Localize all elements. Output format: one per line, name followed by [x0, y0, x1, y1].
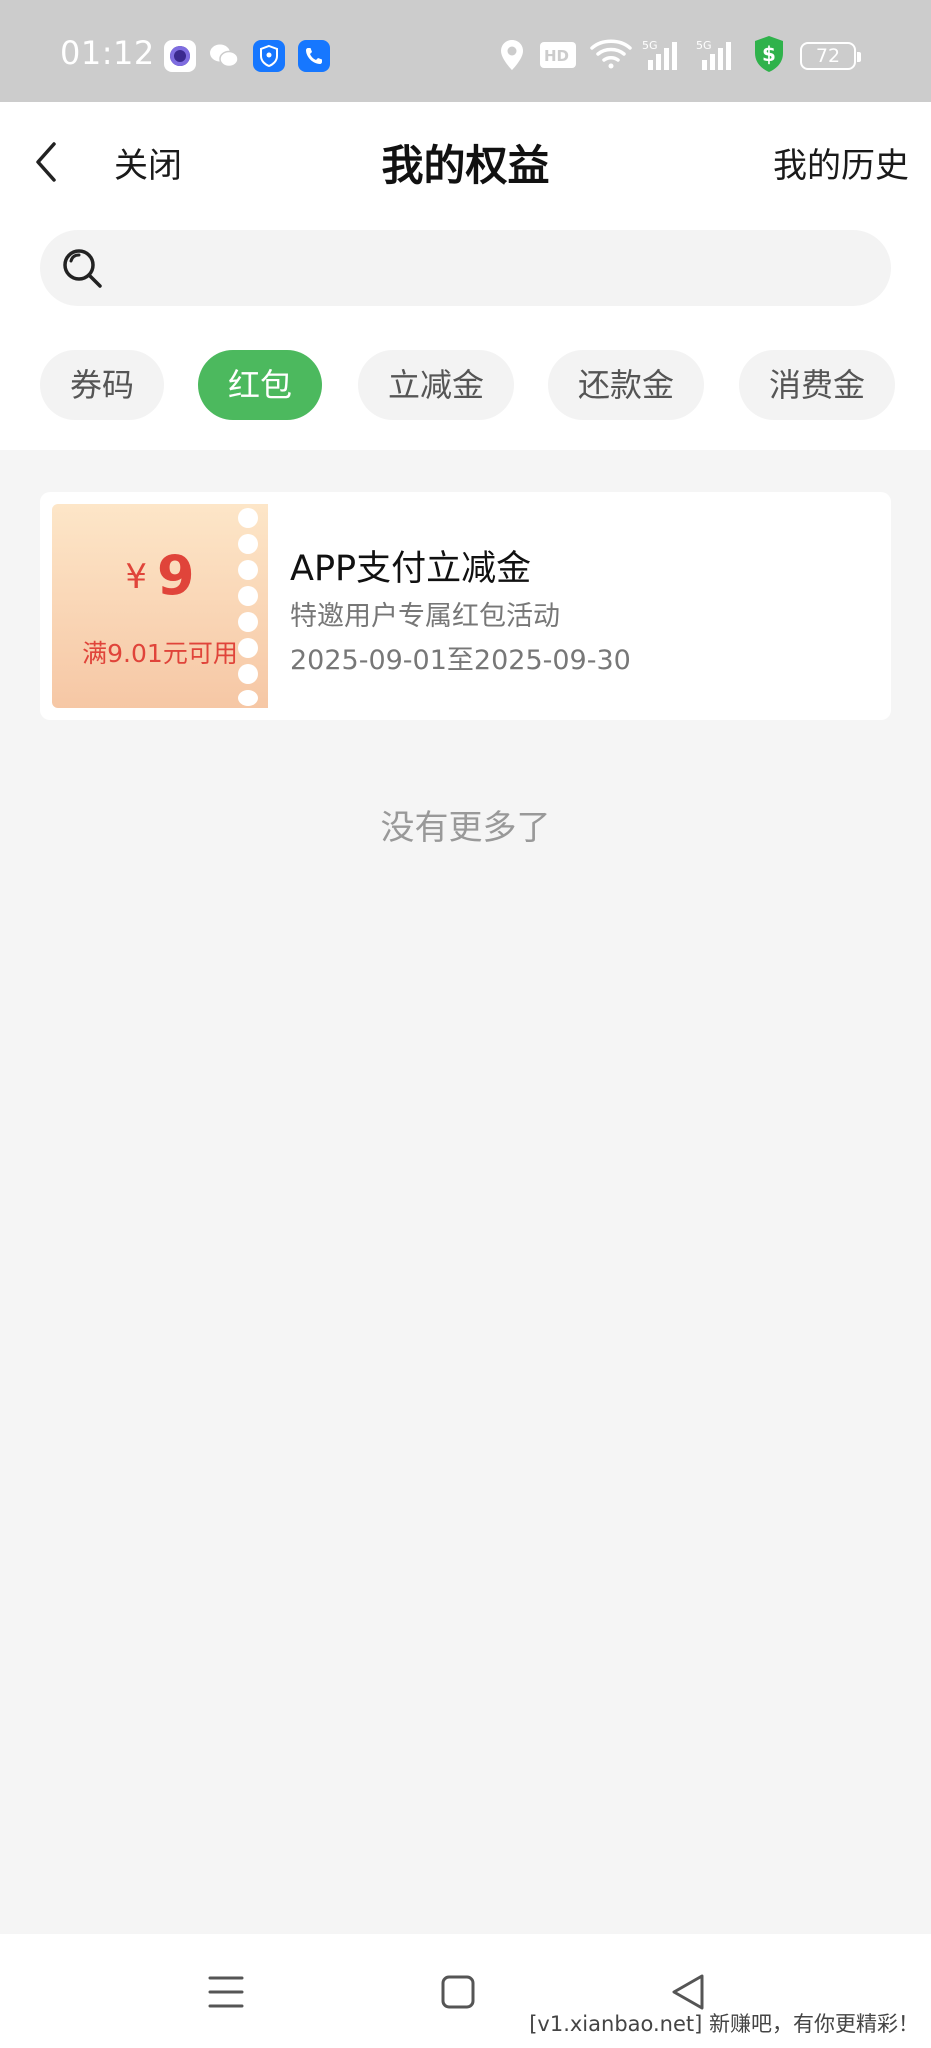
coupon-name: APP支付立减金 [290, 549, 532, 589]
my-history-link[interactable]: 我的历史 [773, 138, 909, 187]
close-button[interactable]: 关闭 [114, 138, 182, 187]
chevron-left-icon[interactable] [24, 134, 68, 190]
svg-text:HD: HD [544, 47, 569, 65]
category-tabs: 券码 红包 立减金 还款金 消费金 [0, 350, 931, 422]
svg-text:$: $ [762, 42, 776, 66]
system-nav-bar: [v1.xianbao.net] 新赚吧，有你更精彩！ [0, 1934, 931, 2048]
coupon-validity: 2025-09-01至2025-09-30 [290, 645, 631, 676]
tab-red-packet[interactable]: 红包 [198, 350, 322, 420]
coupon-description: 特邀用户专属红包活动 [290, 601, 560, 632]
coupon-amount-value: 9 [157, 544, 195, 607]
shield-app-icon [253, 40, 285, 72]
wechat-icon [210, 44, 239, 68]
signal-5g-icon-2: 5G [696, 39, 731, 70]
location-icon [501, 40, 523, 70]
tab-coupon-code[interactable]: 券码 [40, 350, 164, 420]
wifi-icon [590, 39, 632, 69]
coupon-condition: 满9.01元可用 [82, 639, 238, 668]
status-bar: 01:12 HD 5G 5G $ 72 [0, 0, 931, 102]
coupon-amount: ¥9 [52, 544, 268, 607]
tab-repayment-credit[interactable]: 还款金 [548, 350, 704, 420]
app-notification-icon [164, 40, 196, 72]
search-input[interactable] [120, 230, 874, 308]
status-time: 01:12 [60, 34, 155, 72]
header: 关闭 我的权益 我的历史 券码 红包 立减金 还款金 消费金 [0, 102, 931, 450]
coupon-card[interactable]: ¥9 满9.01元可用 APP支付立减金 特邀用户专属红包活动 2025-09-… [40, 492, 891, 720]
search-box[interactable] [40, 230, 891, 308]
watermark-text: [v1.xianbao.net] 新赚吧，有你更精彩！ [529, 2012, 919, 2036]
battery-indicator: 72 [800, 42, 861, 70]
square-icon[interactable] [428, 1962, 488, 2022]
menu-icon[interactable] [196, 1962, 256, 2022]
hd-icon: HD [540, 42, 576, 68]
list-end-text: 没有更多了 [380, 808, 551, 848]
tab-spending-credit[interactable]: 消费金 [739, 350, 895, 420]
svg-text:5G: 5G [696, 39, 712, 52]
coupon-perforated-edge [238, 504, 258, 708]
phone-icon [298, 40, 330, 72]
security-shield-icon: $ [755, 36, 783, 72]
svg-text:5G: 5G [642, 39, 658, 52]
coupon-stub: ¥9 满9.01元可用 [52, 504, 268, 708]
tab-instant-discount[interactable]: 立减金 [358, 350, 514, 420]
search-icon [63, 249, 102, 288]
signal-5g-icon-1: 5G [642, 39, 677, 70]
currency-symbol: ¥ [125, 557, 148, 597]
